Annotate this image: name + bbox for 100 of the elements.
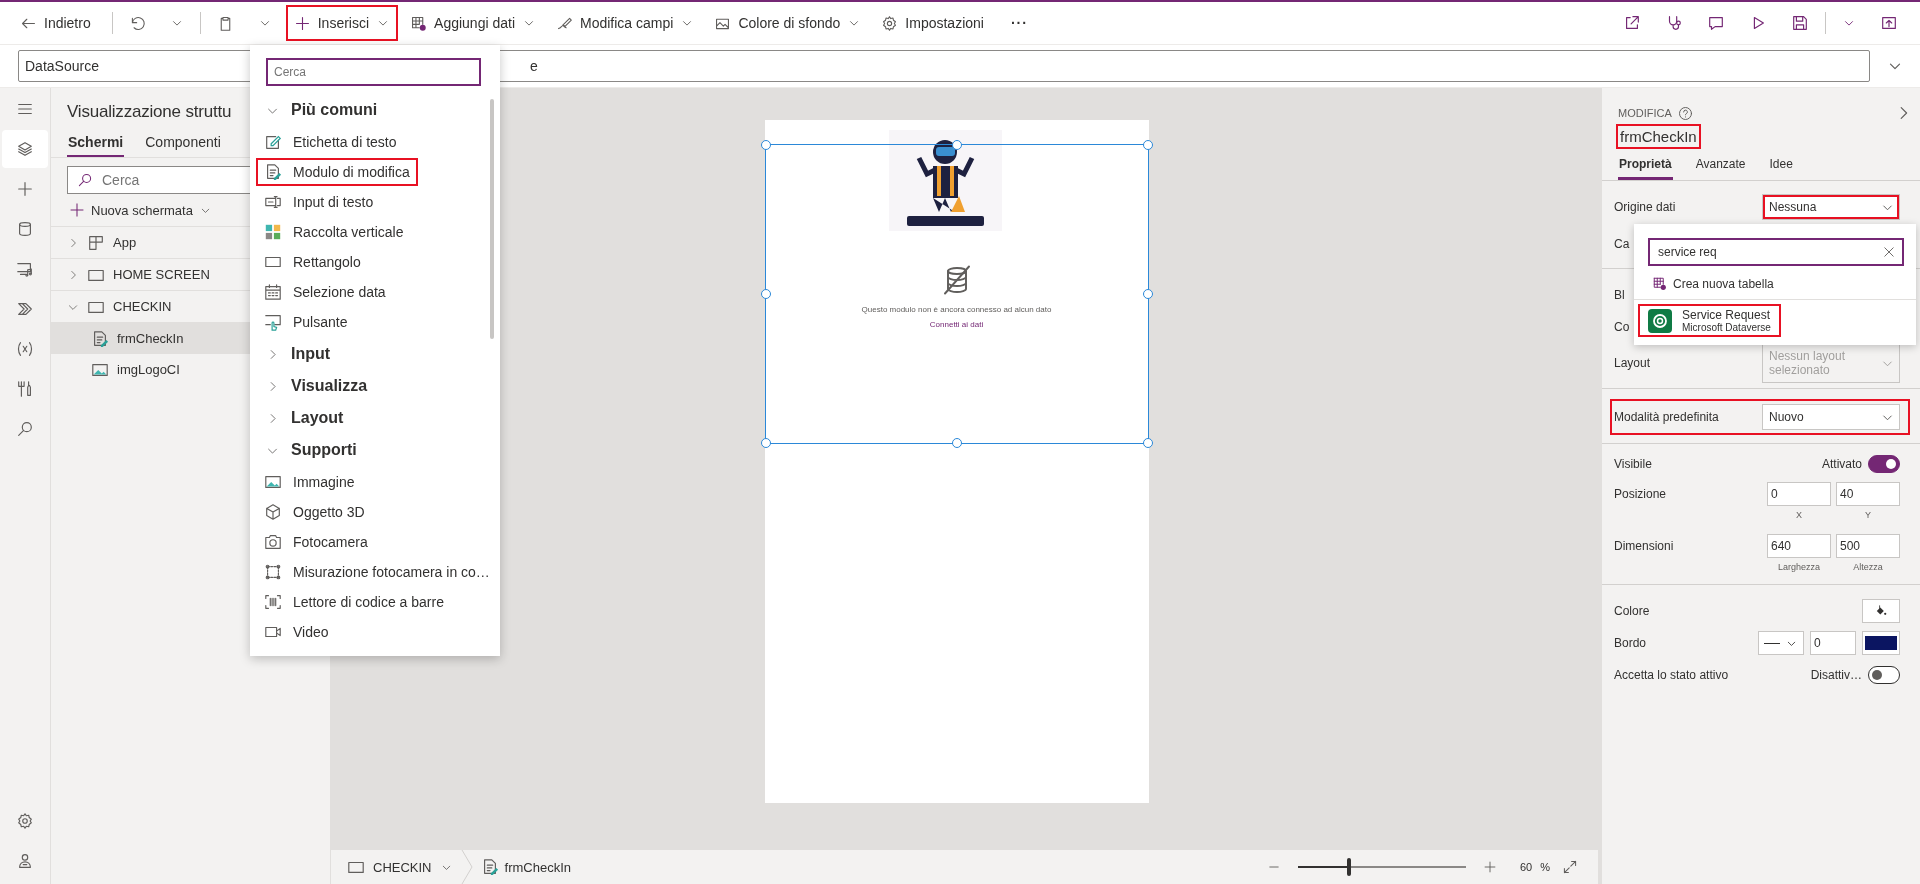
number-field[interactable]: 640 bbox=[1767, 534, 1831, 558]
table-add-icon bbox=[410, 14, 428, 32]
menu-item[interactable]: Etichetta di testo bbox=[256, 128, 405, 156]
color-picker-button[interactable] bbox=[1862, 599, 1900, 623]
menu-item[interactable]: Immagine bbox=[256, 468, 363, 496]
control-name: frmCheckIn bbox=[1616, 124, 1701, 149]
property-label: Dimensioni bbox=[1614, 538, 1675, 555]
search-field[interactable]: service req bbox=[1648, 238, 1904, 266]
zoom-value: 60 bbox=[1519, 861, 1533, 873]
field-caption: Altezza bbox=[1853, 562, 1883, 572]
plus-icon bbox=[69, 202, 85, 218]
create-table-item[interactable]: Crea nuova tabella bbox=[1634, 266, 1916, 300]
toggle-state: Attivato bbox=[1821, 457, 1862, 471]
section-label: MODIFICA bbox=[1618, 107, 1672, 119]
border-width-field[interactable]: 0 bbox=[1810, 631, 1856, 655]
field-caption: Larghezza bbox=[1778, 562, 1820, 572]
menu-group-header[interactable]: Visualizza bbox=[250, 370, 500, 402]
dropdown[interactable]: Nuovo bbox=[1762, 404, 1900, 430]
publish-icon[interactable] bbox=[1880, 14, 1898, 32]
menu-item[interactable]: Oggetto 3D bbox=[256, 498, 373, 526]
variable-icon bbox=[16, 340, 34, 358]
dropdown[interactable]: Nessuna bbox=[1762, 194, 1900, 220]
form-icon bbox=[91, 329, 109, 348]
share-icon[interactable] bbox=[1623, 14, 1641, 32]
slider-thumb[interactable] bbox=[1347, 858, 1352, 876]
resize-handle[interactable] bbox=[1142, 289, 1153, 299]
toggle-switch[interactable] bbox=[1868, 455, 1900, 473]
tree-item-label: frmCheckIn bbox=[117, 331, 184, 346]
search-icon bbox=[77, 172, 93, 188]
data-source-option[interactable]: Service Request Microsoft Dataverse bbox=[1638, 304, 1781, 337]
toolbar-button[interactable]: Impostazioni bbox=[873, 5, 999, 41]
button-icon bbox=[264, 313, 282, 331]
calendar-icon bbox=[264, 283, 282, 301]
plus-icon bbox=[293, 14, 311, 32]
property-label: Posizione bbox=[1614, 486, 1668, 503]
resize-handle[interactable] bbox=[760, 140, 771, 150]
property-label: Origine dati bbox=[1614, 200, 1677, 214]
dataverse-logo-icon bbox=[1648, 308, 1672, 333]
breadcrumb-item[interactable]: frmCheckIn bbox=[480, 858, 571, 876]
menu-item[interactable]: Misurazione fotocamera in co… bbox=[256, 558, 498, 586]
label-icon bbox=[264, 133, 282, 151]
agent-icon bbox=[16, 852, 34, 870]
more-button[interactable]: ··· bbox=[1002, 5, 1036, 41]
toggle-switch[interactable] bbox=[1868, 666, 1900, 684]
form-icon bbox=[264, 163, 282, 181]
tree-item-label: CHECKIN bbox=[113, 299, 172, 314]
resize-handle[interactable] bbox=[951, 438, 962, 448]
resize-handle[interactable] bbox=[1142, 140, 1153, 150]
expand-icon[interactable] bbox=[1562, 859, 1578, 875]
image-icon bbox=[264, 473, 282, 491]
table-add-icon bbox=[1652, 276, 1667, 291]
tab[interactable]: Componenti bbox=[144, 132, 222, 157]
database-off-icon bbox=[941, 265, 972, 295]
property-label: Ca bbox=[1614, 237, 1630, 251]
menu-group-header[interactable]: Layout bbox=[250, 402, 500, 434]
menu-item[interactable]: Lettore di codice a barre bbox=[256, 588, 452, 616]
tab[interactable]: Proprietà bbox=[1618, 157, 1673, 180]
breadcrumb-separator-icon bbox=[460, 850, 473, 884]
search-field[interactable]: Cerca bbox=[266, 58, 481, 86]
rail-button[interactable] bbox=[2, 130, 48, 168]
measure-icon bbox=[264, 563, 282, 581]
number-field[interactable]: 500 bbox=[1836, 534, 1900, 558]
resize-handle[interactable] bbox=[951, 140, 962, 150]
toolbar-button[interactable]: Modifica campi bbox=[548, 5, 703, 41]
toolbar-button[interactable]: Inserisci bbox=[285, 5, 399, 41]
zoom-slider[interactable] bbox=[1295, 857, 1468, 877]
tab[interactable]: Idee bbox=[1768, 157, 1794, 180]
comment-icon[interactable] bbox=[1707, 14, 1725, 32]
property-label: Colore bbox=[1614, 604, 1651, 618]
tab[interactable]: Avanzate bbox=[1694, 157, 1747, 180]
border-color-button[interactable] bbox=[1862, 631, 1900, 655]
menu-item[interactable]: Fotocamera bbox=[256, 528, 376, 556]
close-icon[interactable] bbox=[1882, 245, 1896, 259]
tab[interactable]: Schermi bbox=[67, 132, 125, 157]
camera-icon bbox=[264, 533, 282, 551]
tree-item-label: HOME SCREEN bbox=[113, 267, 210, 282]
resize-handle[interactable] bbox=[760, 438, 771, 448]
border-style-dropdown[interactable] bbox=[1758, 631, 1804, 655]
save-icon[interactable] bbox=[1791, 14, 1809, 32]
screen-dropdown[interactable]: CHECKIN bbox=[347, 858, 453, 876]
menu-group-header[interactable]: Più comuni bbox=[250, 94, 500, 126]
menu-group-header[interactable]: Supporti bbox=[250, 434, 500, 466]
number-field[interactable]: 40 bbox=[1836, 482, 1900, 506]
property-label: Modalità predefinita bbox=[1614, 410, 1720, 424]
toolbar-button[interactable]: Colore di sfondo bbox=[706, 5, 870, 41]
toolbar-button[interactable]: Aggiungi dati bbox=[402, 5, 544, 41]
app-icon bbox=[87, 233, 105, 252]
connect-data-link[interactable]: Connetti ai dati bbox=[929, 320, 984, 329]
scrollbar[interactable] bbox=[490, 99, 494, 339]
resize-handle[interactable] bbox=[1142, 438, 1153, 448]
text-input-icon bbox=[264, 193, 282, 211]
option-subtitle: Microsoft Dataverse bbox=[1682, 322, 1771, 333]
tree-item-label: App bbox=[113, 235, 137, 250]
toolbar-button[interactable]: Indietro bbox=[12, 5, 106, 41]
resize-handle[interactable] bbox=[760, 289, 771, 299]
settings-icon bbox=[16, 812, 34, 830]
menu-item[interactable]: Video bbox=[256, 618, 337, 646]
toggle-state: Disattiv… bbox=[1810, 668, 1862, 682]
media-icon bbox=[16, 260, 34, 278]
number-field[interactable]: 0 bbox=[1767, 482, 1831, 506]
